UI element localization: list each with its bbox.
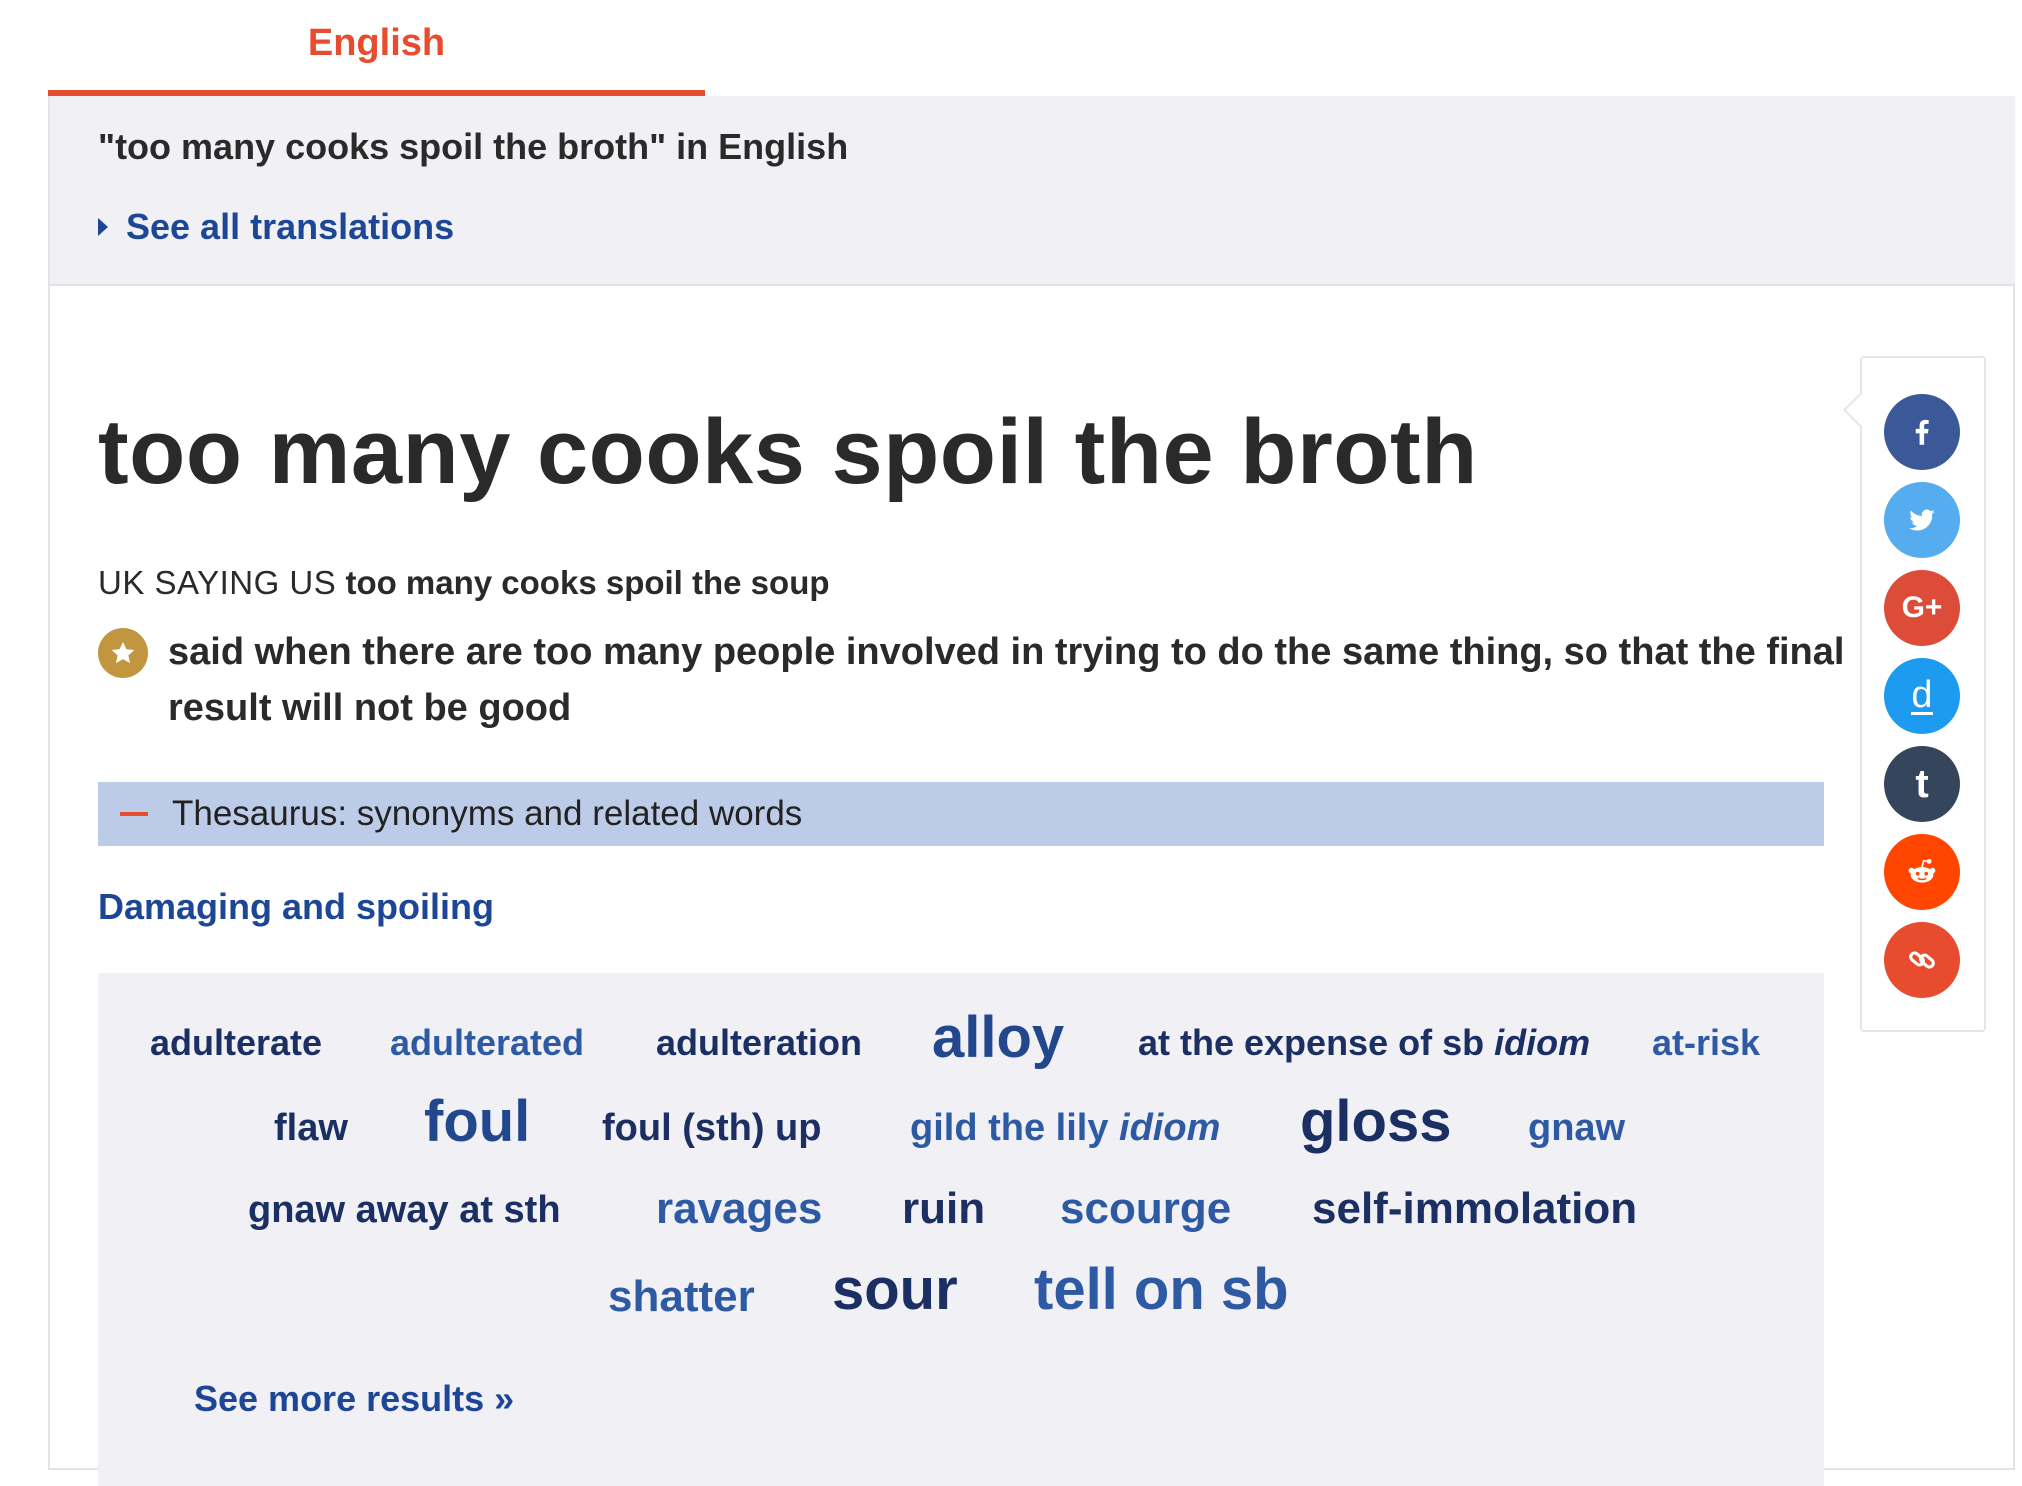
thesaurus-word[interactable]: scourge xyxy=(1060,1187,1231,1231)
thesaurus-word[interactable]: flaw xyxy=(274,1109,348,1147)
thesaurus-word[interactable]: sour xyxy=(832,1261,958,1319)
thesaurus-word-idiom[interactable]: gild the lily idiom xyxy=(910,1109,1220,1147)
delicious-icon: d xyxy=(1911,673,1933,716)
thesaurus-word-idiom[interactable]: at the expense of sb idiom xyxy=(1138,1025,1590,1061)
thesaurus-word[interactable]: adulterate xyxy=(150,1025,322,1061)
share-bar: G+ d t xyxy=(1843,356,1986,1032)
idiom-tag: idiom xyxy=(1119,1107,1221,1149)
headword: too many cooks spoil the broth xyxy=(98,401,1478,503)
thesaurus-toggle-label: Thesaurus: synonyms and related words xyxy=(172,794,803,833)
delicious-share-button[interactable]: d xyxy=(1884,658,1960,734)
thesaurus-word-text: gild the lily xyxy=(910,1107,1109,1149)
tab-english-label: English xyxy=(307,21,446,64)
reddit-icon xyxy=(1908,858,1936,883)
tumblr-share-button[interactable]: t xyxy=(1884,746,1960,822)
thesaurus-word[interactable]: gnaw away at sth xyxy=(248,1191,561,1229)
translations-title: "too many cooks spoil the broth" in Engl… xyxy=(98,126,849,167)
thesaurus-word[interactable]: foul (sth) up xyxy=(602,1109,821,1147)
thesaurus-word[interactable]: shatter xyxy=(608,1275,755,1319)
copy-link-button[interactable] xyxy=(1884,922,1960,998)
facebook-share-button[interactable] xyxy=(1884,394,1960,470)
thesaurus-word[interactable]: adulterated xyxy=(390,1025,584,1061)
dictionary-card: "too many cooks spoil the broth" in Engl… xyxy=(48,96,2015,1486)
thesaurus-word[interactable]: gloss xyxy=(1300,1093,1452,1151)
see-all-translations-label: See all translations xyxy=(126,206,455,247)
google-plus-share-button[interactable]: G+ xyxy=(1884,570,1960,646)
region-register-labels: UK SAYING US xyxy=(98,564,337,601)
page: English "too many cooks spoil the broth"… xyxy=(0,0,2022,1486)
thesaurus-word[interactable]: tell on sb xyxy=(1034,1261,1289,1319)
thesaurus-word[interactable]: alloy xyxy=(932,1009,1064,1067)
caret-right-icon xyxy=(98,218,108,236)
thesaurus-word-cloud: adulterate adulterated adulteration allo… xyxy=(98,973,1824,1486)
thesaurus-word[interactable]: foul xyxy=(424,1093,530,1151)
thesaurus-word-text: at the expense of sb xyxy=(1138,1022,1485,1063)
see-more-results-link[interactable]: See more results » xyxy=(194,1378,514,1420)
thesaurus-toggle[interactable]: Thesaurus: synonyms and related words xyxy=(98,782,1824,846)
thesaurus-category-link[interactable]: Damaging and spoiling xyxy=(98,886,494,928)
thesaurus-word[interactable]: ravages xyxy=(656,1187,822,1231)
tab-english[interactable]: English xyxy=(48,0,705,96)
idiom-tag: idiom xyxy=(1494,1022,1591,1063)
thesaurus-word[interactable]: ruin xyxy=(902,1187,985,1231)
star-icon xyxy=(98,628,148,678)
usage-labels: UK SAYING US too many cooks spoil the so… xyxy=(98,564,830,602)
twitter-share-button[interactable] xyxy=(1884,482,1960,558)
tumblr-icon: t xyxy=(1915,761,1929,806)
minus-icon xyxy=(120,812,148,816)
thesaurus-word[interactable]: gnaw xyxy=(1528,1109,1625,1147)
facebook-icon xyxy=(1915,419,1929,445)
reddit-share-button[interactable] xyxy=(1884,834,1960,910)
translations-header: "too many cooks spoil the broth" in Engl… xyxy=(50,96,2015,286)
twitter-icon xyxy=(1909,509,1935,531)
link-icon xyxy=(1909,951,1935,969)
google-plus-icon: G+ xyxy=(1901,591,1943,624)
thesaurus-word[interactable]: self-immolation xyxy=(1312,1187,1637,1231)
us-variant: too many cooks spoil the soup xyxy=(345,564,830,601)
definition: said when there are too many people invo… xyxy=(168,631,1845,729)
thesaurus-word[interactable]: at-risk xyxy=(1652,1025,1760,1061)
see-all-translations-link[interactable]: See all translations xyxy=(98,206,454,248)
thesaurus-word[interactable]: adulteration xyxy=(656,1025,862,1061)
